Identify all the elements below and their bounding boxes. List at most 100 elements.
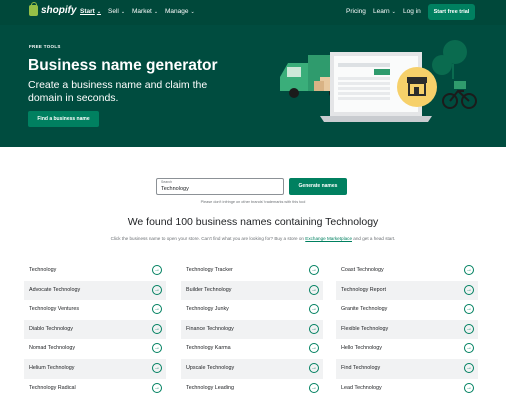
arrow-right-icon[interactable]: →: [464, 382, 474, 393]
storefront-icon: [397, 67, 437, 107]
business-name: Technology Tracker: [186, 267, 233, 273]
arrow-right-icon[interactable]: →: [464, 265, 474, 275]
arrow-right-icon[interactable]: →: [309, 362, 319, 373]
arrow-right-icon[interactable]: →: [152, 304, 162, 315]
business-name: Advocate Technology: [29, 286, 81, 293]
business-name: Find Technology: [341, 364, 381, 371]
logo-text: shopify: [41, 5, 77, 16]
business-name: Nomad Technology: [29, 345, 76, 352]
business-name: Technology Ventures: [29, 306, 80, 313]
business-name: Technology Report: [341, 286, 386, 293]
list-item[interactable]: Diablo Technology →: [24, 319, 166, 340]
list-item[interactable]: Technology Karma →: [181, 339, 323, 359]
arrow-right-icon[interactable]: →: [309, 304, 319, 315]
list-item[interactable]: Lead Technology →: [336, 379, 478, 399]
arrow-right-icon[interactable]: →: [464, 304, 474, 315]
arrow-right-icon[interactable]: →: [309, 382, 319, 393]
start-free-trial-button[interactable]: Start free trial: [428, 4, 475, 20]
search-field[interactable]: Search: [156, 178, 284, 195]
arrow-right-icon[interactable]: →: [309, 343, 319, 354]
arrow-right-icon[interactable]: →: [464, 343, 474, 354]
list-item[interactable]: Technology Leading →: [181, 379, 323, 399]
list-item[interactable]: Technology Tracker →: [181, 261, 323, 281]
business-name: Flexible Technology: [341, 325, 389, 332]
list-item[interactable]: Technology Ventures →: [24, 300, 166, 320]
list-item[interactable]: Finance Technology →: [181, 319, 323, 340]
business-name: Hello Technology: [341, 345, 382, 352]
chevron-down-icon: ⌄: [391, 9, 396, 15]
shopping-bag-icon: [29, 2, 38, 16]
shopify-logo[interactable]: shopify: [29, 2, 77, 16]
trademark-disclaimer: Please don't infringe on other brands' t…: [200, 200, 306, 204]
business-name: Granite Technology: [341, 306, 388, 313]
nav-sell[interactable]: Sell ⌄: [108, 8, 125, 15]
list-item[interactable]: Technology Junky →: [181, 300, 323, 320]
results-column-3: Coast Technology → Technology Report → Gra…: [336, 261, 478, 398]
nav-market[interactable]: Market ⌄: [132, 8, 158, 15]
arrow-right-icon[interactable]: →: [152, 382, 162, 393]
exchange-marketplace-link[interactable]: Exchange Marketplace: [305, 236, 352, 241]
arrow-right-icon[interactable]: →: [152, 284, 162, 295]
arrow-right-icon[interactable]: →: [152, 265, 162, 275]
business-name: Technology Leading: [186, 384, 234, 391]
list-item[interactable]: Technology →: [24, 261, 166, 281]
results-subtext: Click the business name to open your sto…: [110, 236, 396, 241]
business-name: Technology Karma: [186, 345, 231, 352]
tree-shapes: [432, 40, 467, 79]
list-item[interactable]: Granite Technology →: [336, 300, 478, 320]
arrow-right-icon[interactable]: →: [464, 323, 474, 334]
list-item[interactable]: Builder Technology →: [181, 280, 323, 301]
hero-section: FREE TOOLS Business name generator Creat…: [0, 25, 506, 147]
nav-manage[interactable]: Manage ⌄: [165, 8, 195, 15]
list-item[interactable]: Technology Report →: [336, 280, 478, 301]
business-name: Lead Technology: [341, 384, 382, 391]
search-label: Search: [161, 180, 173, 184]
list-item[interactable]: Upscale Technology →: [181, 358, 323, 379]
list-item[interactable]: Technology Radical →: [24, 379, 166, 399]
hero-illustration: [280, 40, 477, 122]
chevron-down-icon: ⌄: [120, 9, 126, 15]
chevron-down-icon: ⌄: [96, 9, 102, 15]
arrow-right-icon[interactable]: →: [309, 323, 319, 334]
nav-pricing[interactable]: Pricing: [346, 8, 366, 15]
list-item[interactable]: Nomad Technology →: [24, 339, 166, 359]
arrow-right-icon[interactable]: →: [152, 362, 162, 373]
business-name: Helium Technology: [29, 364, 75, 371]
page-title: Business name generator: [28, 57, 218, 74]
hero-subtitle: Create a business name and claim the dom…: [28, 79, 208, 104]
list-item[interactable]: Coast Technology →: [336, 261, 478, 281]
search-input[interactable]: [161, 186, 279, 192]
list-item[interactable]: Advocate Technology →: [24, 280, 166, 301]
business-name: Diablo Technology: [29, 325, 73, 332]
business-name: Technology Junky: [186, 306, 229, 313]
business-name: Finance Technology: [186, 325, 234, 332]
business-name: Technology Radical: [29, 384, 76, 391]
arrow-right-icon[interactable]: →: [464, 284, 474, 295]
list-item[interactable]: Flexible Technology →: [336, 319, 478, 340]
nav-start[interactable]: Start ⌄: [80, 8, 101, 15]
arrow-right-icon[interactable]: →: [309, 265, 319, 275]
results-column-1: Technology → Advocate Technology → Technol…: [24, 261, 166, 398]
chevron-down-icon: ⌄: [153, 9, 159, 15]
arrow-right-icon[interactable]: →: [309, 284, 319, 295]
nav-login[interactable]: Log in: [403, 8, 421, 15]
nav-learn[interactable]: Learn ⌄: [373, 8, 396, 15]
find-business-name-button[interactable]: Find a business name: [28, 111, 99, 127]
arrow-right-icon[interactable]: →: [152, 323, 162, 334]
list-item[interactable]: Find Technology →: [336, 358, 478, 379]
business-name: Coast Technology: [341, 267, 384, 273]
business-name: Upscale Technology: [186, 364, 235, 371]
hero-eyebrow: FREE TOOLS: [29, 44, 61, 49]
top-nav: shopify Start ⌄ Sell ⌄ Market ⌄ Manage ⌄ Pri…: [0, 0, 506, 25]
business-name: Builder Technology: [186, 286, 232, 293]
results-heading: We found 100 business names containing T…: [127, 216, 379, 228]
results-column-2: Technology Tracker → Builder Technology → …: [181, 261, 323, 398]
generate-names-button[interactable]: Generate names: [289, 178, 347, 195]
bicycle-icon: [442, 81, 477, 109]
list-item[interactable]: Hello Technology →: [336, 339, 478, 359]
arrow-right-icon[interactable]: →: [464, 362, 474, 373]
list-item[interactable]: Helium Technology →: [24, 358, 166, 379]
chevron-down-icon: ⌄: [190, 9, 195, 15]
arrow-right-icon[interactable]: →: [152, 343, 162, 354]
business-name: Technology: [29, 267, 57, 273]
